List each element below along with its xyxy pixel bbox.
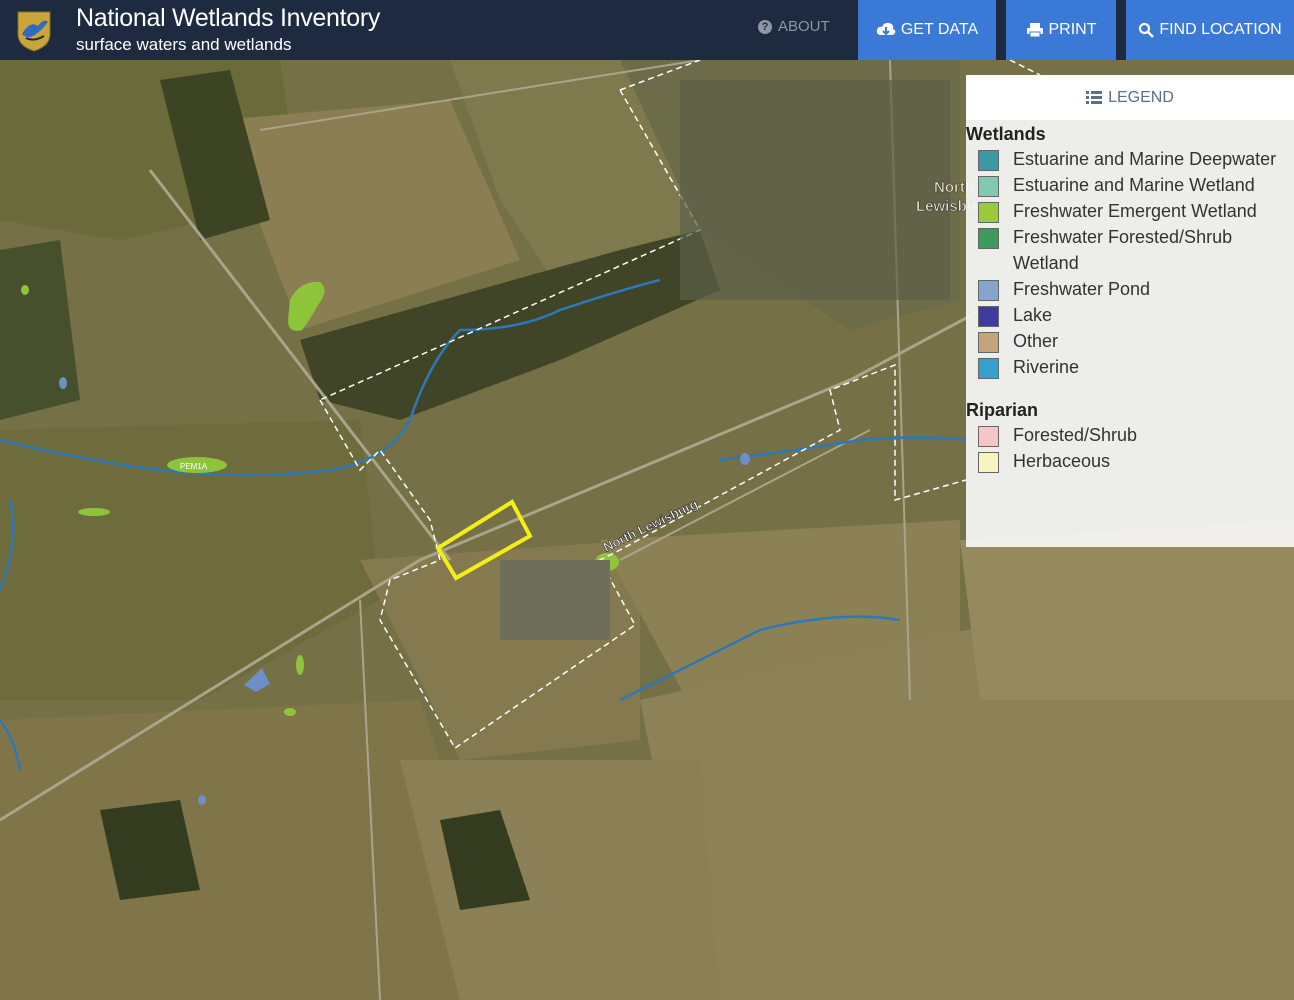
list-icon [1086,90,1103,104]
legend-label: Estuarine and Marine Wetland [1013,175,1255,195]
app-title: National Wetlands Inventory [76,4,381,32]
get-data-label: GET DATA [900,21,979,38]
freshwater-pond [198,795,206,805]
question-icon: ? [758,19,772,34]
emergent-wetland [78,508,110,516]
get-data-button[interactable]: GET DATA [858,0,996,60]
color-swatch [978,228,999,249]
color-swatch [978,280,999,301]
legend-label: Estuarine and Marine Deepwater [1013,149,1277,169]
color-swatch [978,452,999,473]
legend-label: Herbaceous [1013,451,1111,471]
legend-section-wetlands: Wetlands [966,124,1046,144]
printer-icon [1026,23,1043,38]
print-label: PRINT [1048,21,1097,38]
search-icon [1139,22,1155,38]
legend-label: Riverine [1013,357,1080,377]
find-location-button[interactable]: FIND LOCATION [1126,0,1294,60]
about-link[interactable]: ? ABOUT [758,18,830,35]
color-swatch [978,150,999,171]
about-label: ABOUT [778,18,830,35]
wetland-code-label: PEM1A [180,462,208,471]
legend-item: Herbaceous [978,448,1294,474]
fws-logo-icon [17,11,51,52]
legend-label: Freshwater Forested/Shrub Wetland [1013,227,1233,273]
app-header: National Wetlands Inventory surface wate… [0,0,1294,60]
cloud-download-icon [876,22,896,36]
legend-item: Freshwater Forested/Shrub Wetland [978,224,1294,276]
freshwater-pond [59,377,67,389]
legend-label: Lake [1013,305,1053,325]
legend-item: Estuarine and Marine Deepwater [978,146,1294,172]
legend-item: Lake [978,302,1294,328]
legend-panel: LEGEND Wetlands Estuarine and Marine Dee… [966,75,1294,547]
legend-item: Estuarine and Marine Wetland [978,172,1294,198]
legend-label: Other [1013,331,1059,351]
app-subtitle: surface waters and wetlands [76,35,292,54]
legend-section-riparian: Riparian [966,400,1039,420]
legend-header[interactable]: LEGEND [966,75,1294,120]
field-patch [960,520,1294,700]
emergent-wetland [284,708,296,716]
legend-label: Freshwater Pond [1013,279,1151,299]
print-button[interactable]: PRINT [1006,0,1116,60]
emergent-wetland [296,655,304,675]
legend-item: Forested/Shrub [978,422,1294,448]
color-swatch [978,426,999,447]
color-swatch [978,332,999,353]
color-swatch [978,306,999,327]
legend-item: Riverine [978,354,1294,380]
color-swatch [978,176,999,197]
color-swatch [978,202,999,223]
legend-item: Freshwater Pond [978,276,1294,302]
legend-label: Freshwater Emergent Wetland [1013,201,1257,221]
freshwater-pond [740,453,750,465]
legend-item: Other [978,328,1294,354]
emergent-wetland [21,285,29,295]
find-location-label: FIND LOCATION [1159,21,1282,38]
color-swatch [978,358,999,379]
legend-item: Freshwater Emergent Wetland [978,198,1294,224]
legend-label: Forested/Shrub [1013,425,1138,445]
legend-title: LEGEND [1108,88,1174,106]
